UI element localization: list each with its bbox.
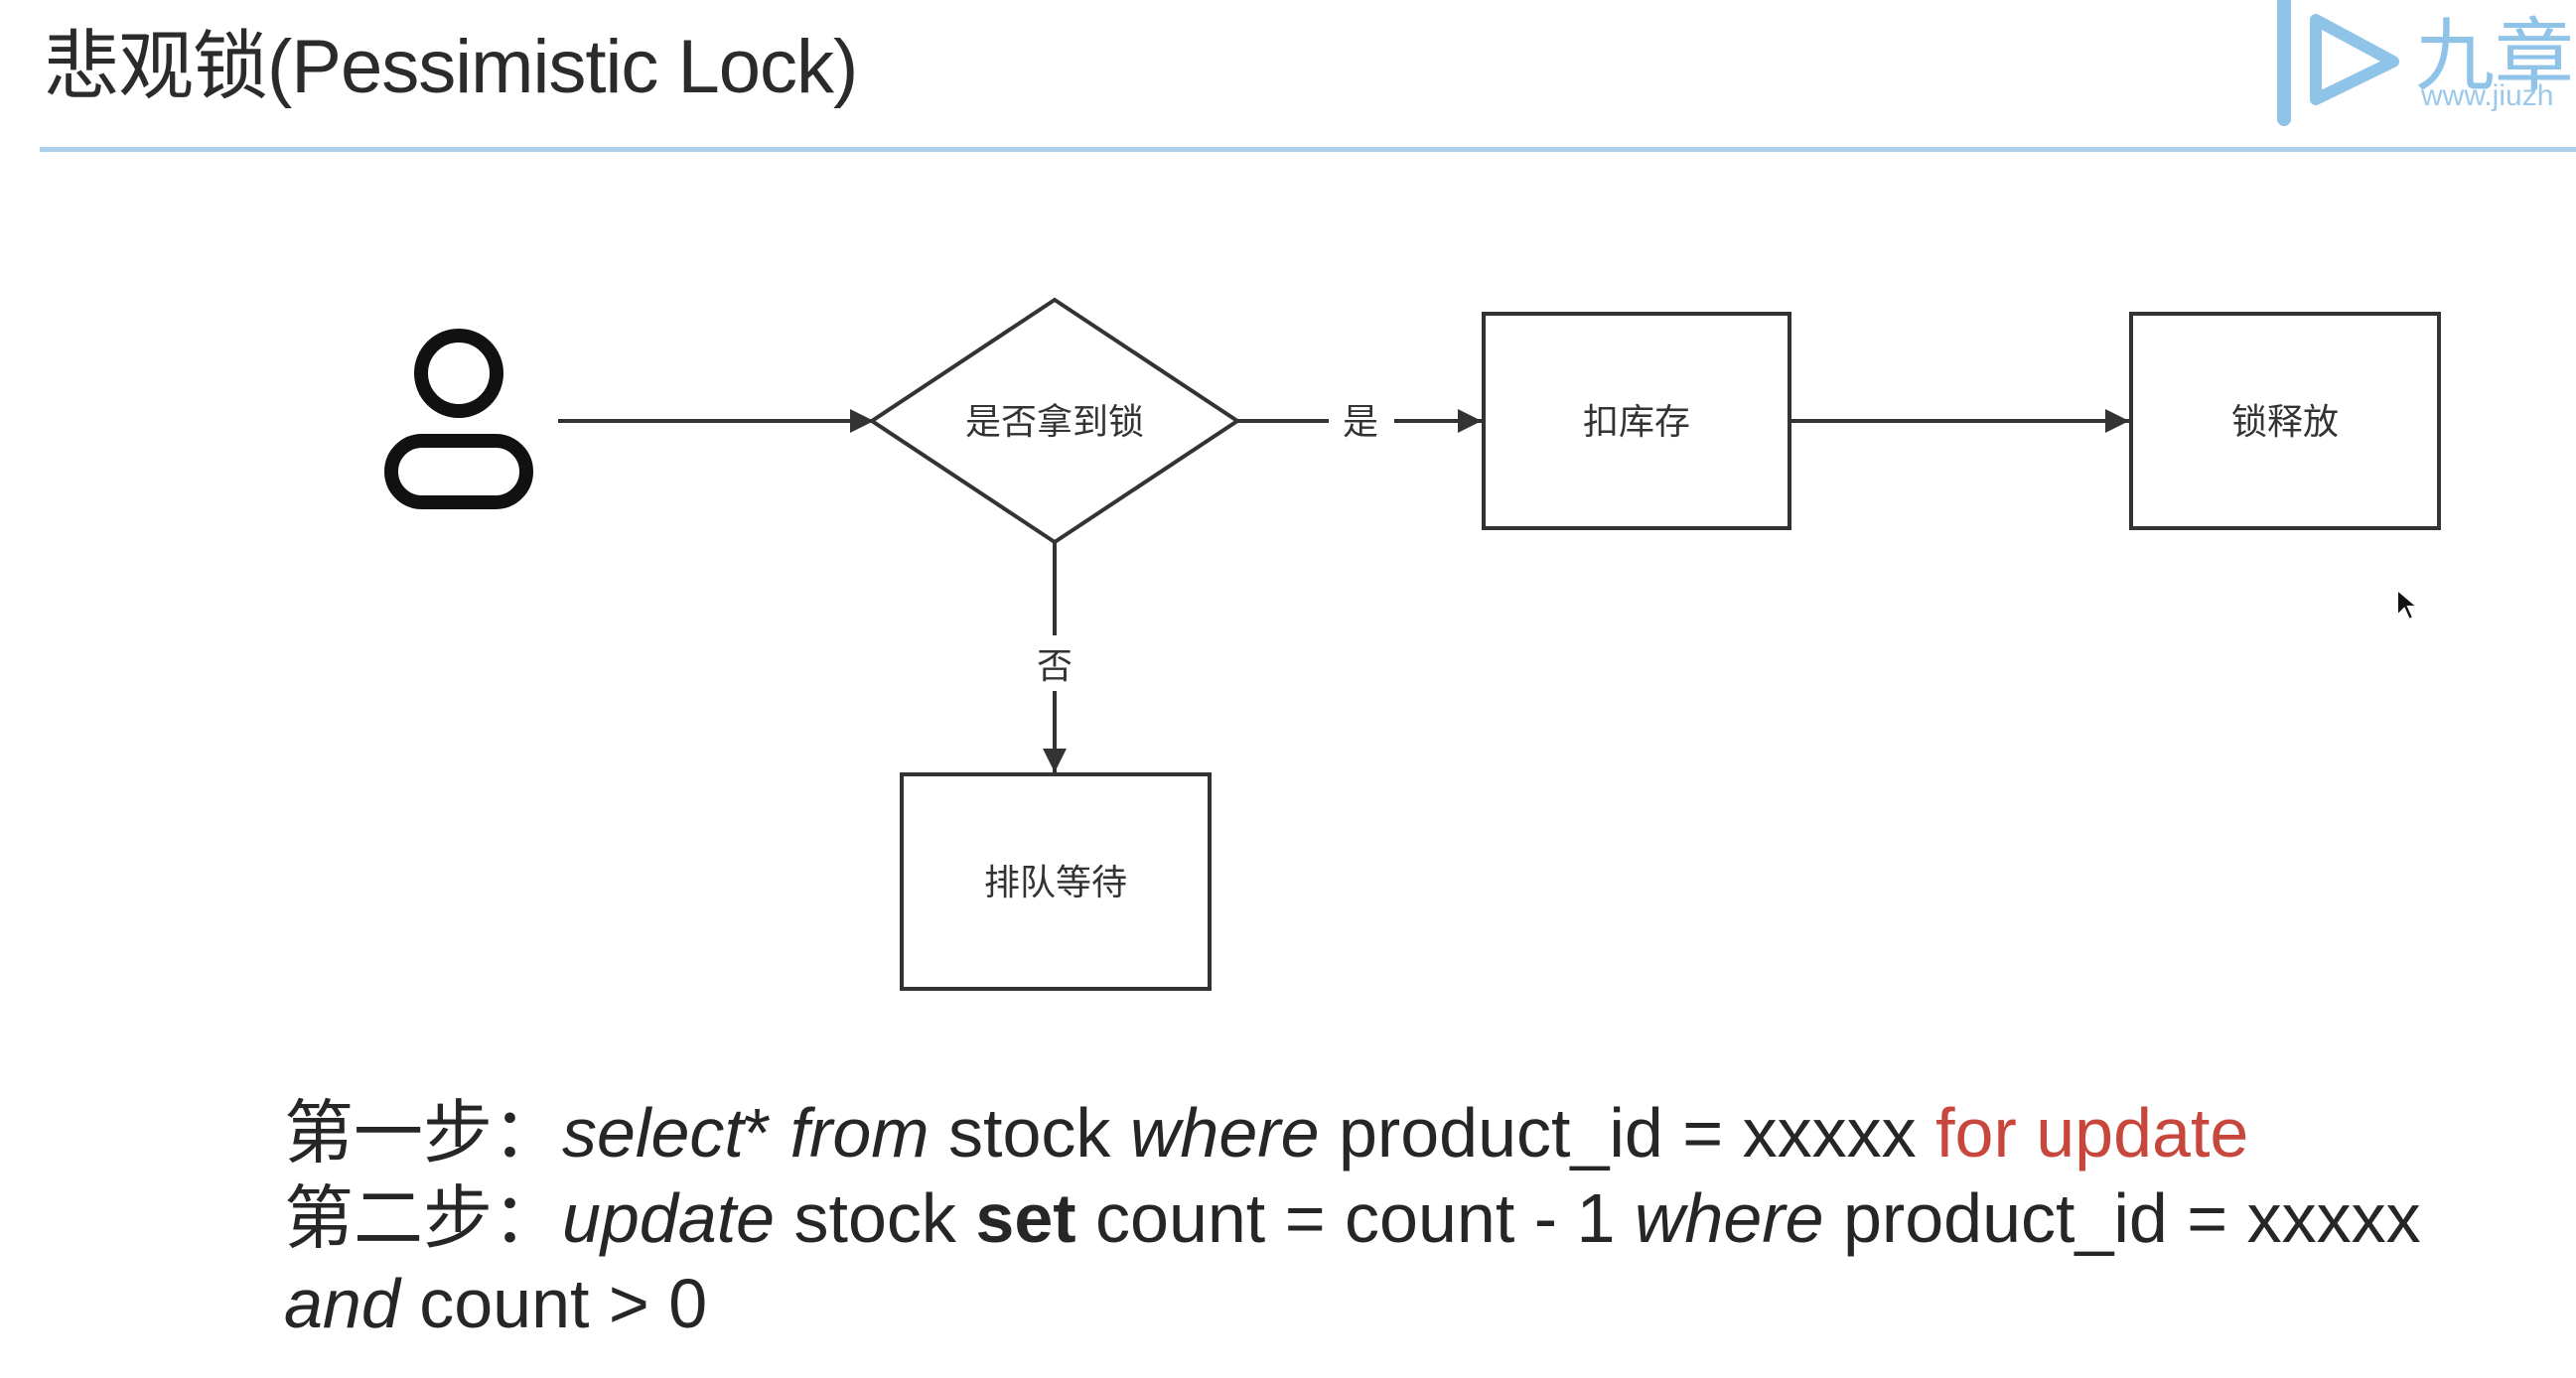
flowchart: 是否拿到锁 是 扣库存 锁释放 否 排队等待 [384,297,2441,991]
queue-wait-label: 排队等待 [984,863,1127,903]
step1-table: stock [929,1094,1130,1171]
sql-step-2-continued: and count > 0 [284,1261,2421,1346]
step2-kw-update: update [562,1179,776,1257]
decision-node: 是否拿到锁 [868,297,1241,545]
step1-kw-from: from [789,1094,930,1171]
sql-steps: 第一步：select* from stock where product_id … [284,1090,2421,1346]
user-icon [384,329,533,509]
edge-yes-label: 是 [1343,402,1378,443]
step1-condition: product_id = xxxxx [1319,1094,1936,1171]
release-lock-node: 锁释放 [2129,312,2441,530]
edge-no-label: 否 [1037,646,1073,687]
step2-table: stock [775,1179,976,1257]
step2-count-condition: count > 0 [399,1265,708,1342]
mouse-cursor-icon [2396,588,2420,621]
sql-step-1: 第一步：select* from stock where product_id … [284,1090,2421,1175]
step1-prefix: 第一步： [284,1094,562,1171]
deduct-stock-label: 扣库存 [1583,402,1690,443]
decision-label: 是否拿到锁 [965,402,1144,443]
step2-kw-and: and [284,1265,400,1342]
step2-kw-set: set [975,1179,1076,1257]
release-lock-label: 锁释放 [2231,402,2339,443]
step1-kw-select: select [562,1094,744,1171]
step2-kw-where: where [1634,1179,1824,1257]
step1-kw-where: where [1129,1094,1320,1171]
step2-condition: product_id = xxxxx [1823,1179,2421,1257]
step1-star: * [743,1094,790,1171]
step2-assignment: count = count - 1 [1075,1179,1635,1257]
queue-wait-node: 排队等待 [900,772,1212,991]
deduct-stock-node: 扣库存 [1482,312,1791,530]
step2-prefix: 第二步： [284,1179,562,1257]
step1-for-update: for update [1935,1094,2249,1171]
sql-step-2: 第二步：update stock set count = count - 1 w… [284,1175,2421,1261]
